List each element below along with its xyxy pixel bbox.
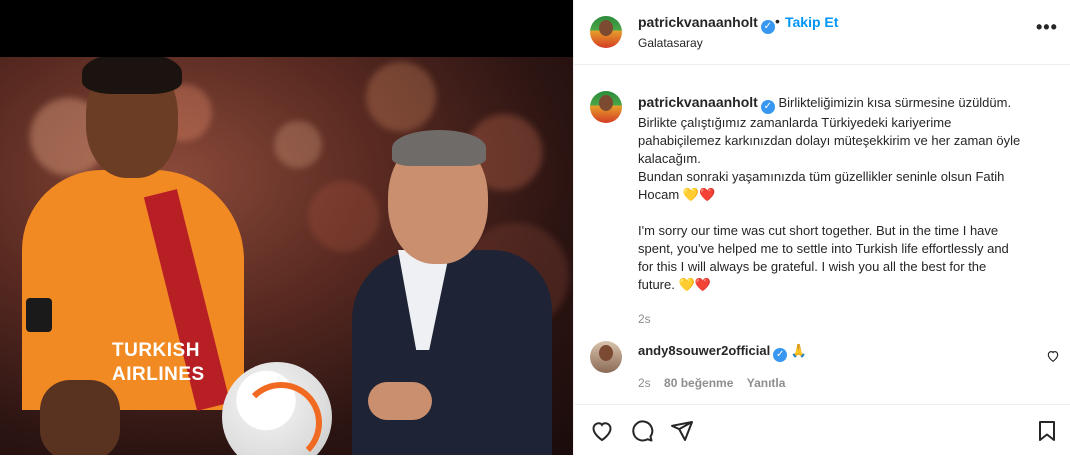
- caption-text: Birlikteliğimizin kısa sürmesine üzüldüm…: [778, 95, 1012, 110]
- post-media[interactable]: TURKISH AIRLINES: [0, 0, 573, 455]
- coach-hair: [392, 130, 486, 166]
- caption-timestamp[interactable]: 2s: [638, 310, 1048, 328]
- caption-line: Birlikte çalıştığımız zamanlarda Türkiye…: [638, 115, 952, 130]
- commenter-username[interactable]: andy8souwer2official: [638, 343, 770, 358]
- caption-line: kalacağım.: [638, 151, 701, 166]
- player-hair: [82, 57, 182, 94]
- caption-avatar[interactable]: [590, 91, 622, 123]
- author-avatar[interactable]: [590, 16, 622, 48]
- commenter-avatar[interactable]: [590, 341, 622, 373]
- verified-icon: ✓: [760, 20, 775, 34]
- follow-button[interactable]: Takip Et: [785, 14, 838, 30]
- sleeve-badge: [26, 298, 52, 332]
- verified-icon: ✓: [773, 348, 788, 362]
- caption-line: Bundan sonraki yaşamınızda tüm güzellikl…: [638, 169, 1005, 184]
- post-location[interactable]: Galatasaray: [638, 36, 703, 50]
- separator-dot: •: [775, 13, 780, 29]
- comment-reply-button[interactable]: Yanıtla: [747, 376, 786, 390]
- caption-line: Hocam 💛❤️: [638, 187, 716, 202]
- caption-username[interactable]: patrickvanaanholt: [638, 94, 758, 110]
- player-arm: [40, 380, 120, 455]
- caption-line: I'm sorry our time was cut short togethe…: [638, 223, 999, 238]
- coach-hand: [368, 382, 432, 420]
- post-header: patrickvanaanholt ✓ • Takip Et Galatasara…: [574, 0, 1070, 65]
- jersey-sponsor-line1: TURKISH: [112, 340, 200, 361]
- comment-like-heart-icon[interactable]: [1046, 349, 1060, 363]
- caption-line: spent, you've helped me to settle into T…: [638, 241, 1009, 256]
- more-options-icon[interactable]: •••: [1036, 17, 1058, 38]
- comment-row: andy8souwer2official ✓ 🙏: [638, 343, 807, 362]
- comment-text: 🙏: [790, 343, 808, 358]
- author-username[interactable]: patrickvanaanholt: [638, 14, 758, 30]
- instagram-post-dialog: TURKISH AIRLINES patrickvanaanholt ✓ • Ta…: [0, 0, 1070, 455]
- post-sidebar: patrickvanaanholt ✓ • Takip Et Galatasara…: [573, 0, 1070, 455]
- caption-line: future. 💛❤️: [638, 277, 711, 292]
- post-action-bar: [574, 404, 1070, 456]
- caption-line: pahabiçilemez karkınızdan dolayı müteşek…: [638, 133, 1021, 148]
- share-send-icon[interactable]: [670, 419, 694, 443]
- comment-timestamp[interactable]: 2s: [638, 376, 651, 390]
- caption-line: for this I will always be grateful. I wi…: [638, 259, 987, 274]
- comment-meta: 2s 80 beğenme Yanıtla: [638, 376, 785, 390]
- comment-likes[interactable]: 80 beğenme: [664, 376, 733, 390]
- verified-icon: ✓: [760, 100, 775, 114]
- author-name-row: patrickvanaanholt ✓: [638, 14, 775, 34]
- jersey-sponsor-line2: AIRLINES: [112, 364, 205, 385]
- coach-jacket: [352, 250, 552, 455]
- save-bookmark-icon[interactable]: [1035, 419, 1059, 443]
- like-heart-icon[interactable]: [590, 419, 614, 443]
- post-photo: TURKISH AIRLINES: [0, 57, 573, 455]
- media-letterbox: [0, 0, 573, 57]
- caption-line: patrickvanaanholt ✓ Birlikteliğimizin kıs…: [638, 93, 1048, 114]
- post-caption: patrickvanaanholt ✓ Birlikteliğimizin kıs…: [638, 93, 1048, 328]
- comment-bubble-icon[interactable]: [630, 419, 654, 443]
